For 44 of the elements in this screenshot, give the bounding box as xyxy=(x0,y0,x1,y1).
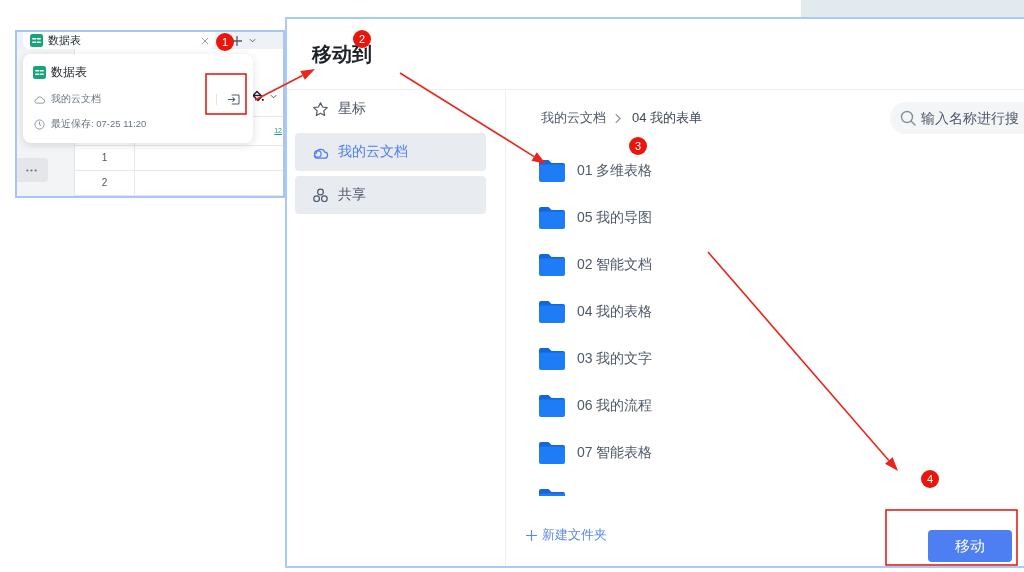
folder-icon xyxy=(539,300,565,323)
row-number: 1 xyxy=(101,152,108,164)
search-icon xyxy=(900,110,916,126)
file-title: 数据表 xyxy=(51,63,87,81)
plus-icon[interactable] xyxy=(232,35,242,46)
spreadsheet-icon xyxy=(30,34,43,47)
chevron-down-icon[interactable] xyxy=(249,38,256,43)
plus-icon xyxy=(526,529,537,541)
breadcrumb-link[interactable]: 04 我的表单 xyxy=(632,109,703,127)
row-number: 2 xyxy=(101,177,108,189)
folder-icon xyxy=(539,253,565,276)
folder-icon xyxy=(539,347,565,370)
sidebar-item[interactable]: 星标 xyxy=(295,90,486,128)
last-saved-text: 最近保存: 07-25 11:20 xyxy=(51,117,147,131)
folder-icon xyxy=(539,441,565,464)
move-button[interactable]: 移动 xyxy=(928,530,1012,562)
folder-icon xyxy=(539,206,565,229)
folder-item[interactable]: 07 智能表格 xyxy=(539,429,653,476)
breadcrumb-link[interactable]: 我的云文档 xyxy=(541,109,606,127)
folder-item[interactable]: 03 我的文字 xyxy=(539,335,653,382)
chevron-right-icon xyxy=(614,112,621,124)
annotation-arrow xyxy=(254,69,315,101)
location-text: 我的云文档 xyxy=(51,92,101,106)
star-icon xyxy=(312,100,329,118)
folder-item[interactable]: 06 我的流程 xyxy=(539,382,653,429)
folder-item[interactable]: 02 智能文档 xyxy=(539,241,653,288)
cloud-icon xyxy=(34,93,45,105)
search-field[interactable]: 输入名称进行搜 xyxy=(890,102,1024,134)
clock-icon xyxy=(34,118,45,130)
folder-item[interactable]: 05 我的导图 xyxy=(539,194,653,241)
spreadsheet-icon xyxy=(33,65,46,79)
close-icon[interactable] xyxy=(201,36,209,45)
sheet-tab[interactable]: 数据表 xyxy=(23,32,215,49)
folder-item[interactable]: 04 我的表格 xyxy=(539,288,653,335)
new-folder-button[interactable]: 新建文件夹 xyxy=(526,526,607,544)
folder-icon xyxy=(539,394,565,417)
chevron-down-icon[interactable] xyxy=(270,93,277,99)
folder-icon xyxy=(539,159,565,182)
paint-bucket-icon[interactable] xyxy=(252,89,264,102)
highlight-frame xyxy=(205,73,247,115)
sidebar-item[interactable]: 共享 xyxy=(295,176,486,214)
arrow-into-box-icon[interactable] xyxy=(227,93,240,105)
more-icon xyxy=(26,168,37,172)
share-icon xyxy=(312,186,329,204)
